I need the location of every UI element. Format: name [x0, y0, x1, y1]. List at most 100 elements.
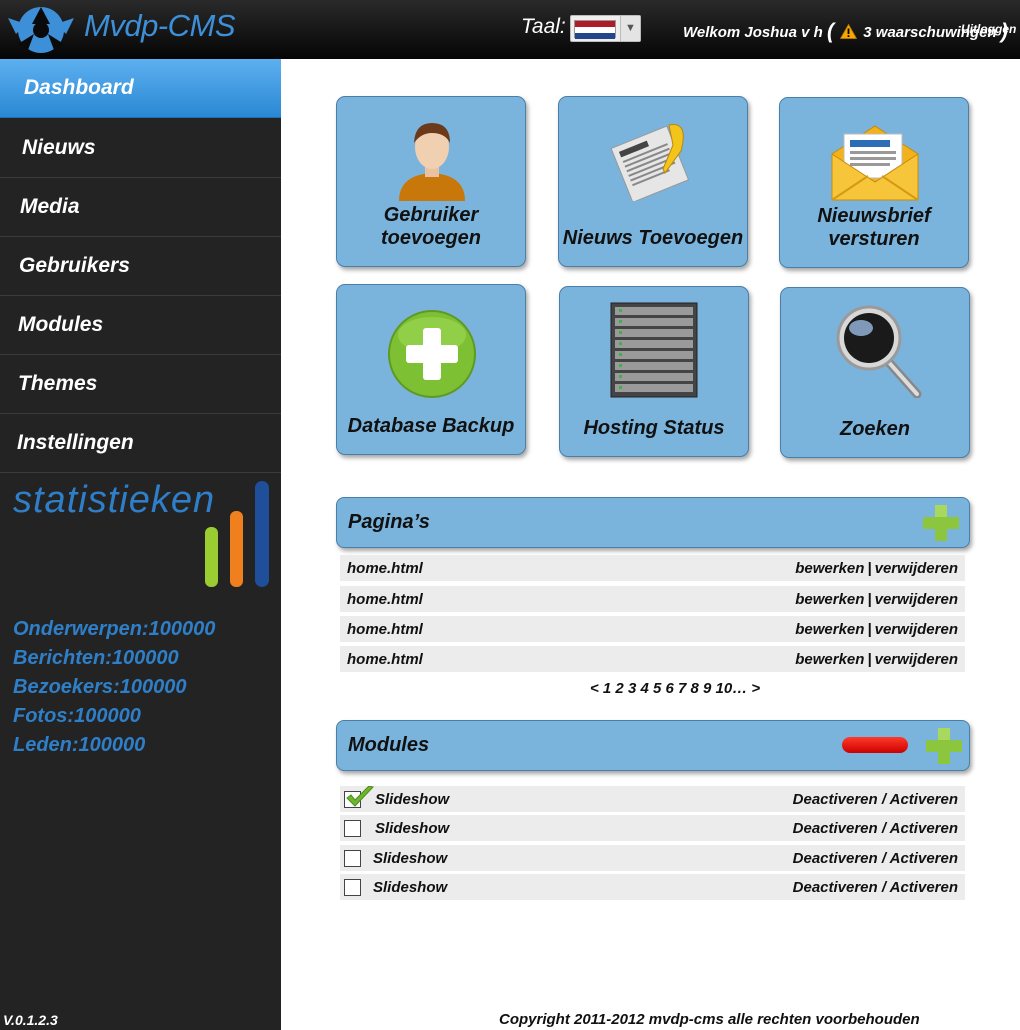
- module-checkbox[interactable]: [344, 820, 361, 837]
- table-row: home.html bewerken | verwijderen: [340, 555, 965, 581]
- news-icon: [610, 124, 690, 201]
- module-toggle-link[interactable]: Deactiveren / Activeren: [793, 791, 958, 808]
- remove-module-icon[interactable]: [842, 737, 908, 753]
- separator: |: [867, 651, 872, 668]
- tile-label: Database Backup: [347, 415, 515, 437]
- edit-link[interactable]: bewerken: [795, 651, 864, 668]
- stat-bezoekers: Bezoekers:100000: [13, 676, 187, 698]
- tile-label: Nieuws Toevoegen: [562, 227, 744, 249]
- welcome-text: Welkom Joshua v h: [683, 24, 823, 41]
- separator: |: [867, 560, 872, 577]
- row-actions: bewerken | verwijderen: [795, 591, 958, 608]
- magnifier-icon: [836, 305, 922, 398]
- paren-open: (: [826, 20, 834, 43]
- module-toggle-link[interactable]: Deactiveren / Activeren: [793, 850, 958, 867]
- separator: |: [867, 591, 872, 608]
- delete-link[interactable]: verwijderen: [875, 621, 958, 638]
- sidebar-item-label: Instellingen: [17, 431, 134, 454]
- language-select[interactable]: ▼: [570, 15, 641, 42]
- sidebar-item-media[interactable]: Media: [0, 178, 281, 237]
- sidebar-item-themes[interactable]: Themes: [0, 355, 281, 414]
- delete-link[interactable]: verwijderen: [875, 651, 958, 668]
- module-name: Slideshow: [375, 820, 450, 837]
- modules-panel-header: Modules: [336, 720, 970, 771]
- user-icon: [399, 123, 465, 201]
- tile-search[interactable]: Zoeken: [780, 287, 970, 458]
- welcome-message: Welkom Joshua v h ( 3 waarschuwingen ): [683, 19, 1008, 43]
- tile-send-newsletter[interactable]: Nieuwsbrief versturen: [779, 97, 969, 268]
- pages-panel-header: Pagina’s: [336, 497, 970, 548]
- page-name[interactable]: home.html: [347, 621, 423, 638]
- pagination[interactable]: < 1 2 3 4 5 6 7 8 9 10… >: [590, 680, 760, 697]
- page-name[interactable]: home.html: [347, 560, 423, 577]
- dutch-flag-icon: [574, 20, 616, 39]
- module-name: Slideshow: [373, 850, 448, 867]
- sidebar-item-label: Media: [20, 195, 80, 218]
- sidebar-item-modules[interactable]: Modules: [0, 296, 281, 355]
- module-row: Slideshow Deactiveren / Activeren: [340, 874, 965, 900]
- delete-link[interactable]: verwijderen: [875, 560, 958, 577]
- sidebar-item-label: Modules: [18, 313, 104, 336]
- logout-link[interactable]: Uitloggen: [961, 22, 1016, 36]
- sidebar-item-label: Nieuws: [22, 136, 96, 159]
- add-module-icon[interactable]: [925, 727, 963, 765]
- version-label: V.0.1.2.3: [3, 1012, 58, 1028]
- tile-database-backup[interactable]: Database Backup: [336, 284, 526, 455]
- page-name[interactable]: home.html: [347, 591, 423, 608]
- module-name: Slideshow: [373, 879, 448, 896]
- sidebar-item-gebruikers[interactable]: Gebruikers: [0, 237, 281, 296]
- row-actions: bewerken | verwijderen: [795, 621, 958, 638]
- chevron-down-icon: ▼: [620, 16, 640, 41]
- sidebar: Dashboard Nieuws Media Gebruikers Module…: [0, 59, 281, 1030]
- sidebar-item-label: Gebruikers: [19, 254, 130, 277]
- table-row: home.html bewerken | verwijderen: [340, 646, 965, 672]
- edit-link[interactable]: bewerken: [795, 560, 864, 577]
- language-label: Taal:: [521, 15, 566, 38]
- stats-list: Onderwerpen:100000 Berichten:100000 Bezo…: [13, 615, 215, 760]
- tile-add-news[interactable]: Nieuws Toevoegen: [558, 96, 748, 267]
- stat-fotos: Fotos:100000: [13, 705, 141, 727]
- module-name: Slideshow: [375, 791, 450, 808]
- stat-leden: Leden:100000: [13, 734, 146, 756]
- tile-label: Nieuwsbrief versturen: [817, 205, 931, 250]
- warning-icon: [840, 24, 858, 39]
- page-name[interactable]: home.html: [347, 651, 423, 668]
- tile-add-user[interactable]: Gebruiker toevoegen: [336, 96, 526, 267]
- stats-bars-icon: [205, 481, 269, 587]
- stat-berichten: Berichten:100000: [13, 647, 179, 669]
- plus-circle-icon: [388, 310, 476, 398]
- sidebar-item-instellingen[interactable]: Instellingen: [0, 414, 281, 473]
- table-row: home.html bewerken | verwijderen: [340, 616, 965, 642]
- sidebar-item-label: Themes: [18, 372, 98, 395]
- stats-title: statistieken: [13, 479, 216, 521]
- mail-icon: [831, 125, 919, 201]
- separator: |: [867, 621, 872, 638]
- table-row: home.html bewerken | verwijderen: [340, 586, 965, 612]
- tile-hosting-status[interactable]: Hosting Status: [559, 286, 749, 457]
- edit-link[interactable]: bewerken: [795, 591, 864, 608]
- sidebar-item-dashboard[interactable]: Dashboard: [0, 59, 281, 118]
- module-toggle-link[interactable]: Deactiveren / Activeren: [793, 879, 958, 896]
- module-checkbox[interactable]: [344, 879, 361, 896]
- tile-label: Hosting Status: [583, 417, 725, 439]
- row-actions: bewerken | verwijderen: [795, 651, 958, 668]
- sidebar-item-label: Dashboard: [24, 76, 134, 99]
- tile-label: Gebruiker toevoegen: [380, 204, 482, 249]
- pages-panel-title: Pagina’s: [348, 511, 430, 533]
- modules-panel-title: Modules: [348, 734, 430, 756]
- delete-link[interactable]: verwijderen: [875, 591, 958, 608]
- top-bar: Mvdp-CMS Taal: ▼ Welkom Joshua v h ( 3 w…: [0, 0, 1020, 59]
- app-title: Mvdp-CMS: [84, 8, 236, 43]
- module-row: Slideshow Deactiveren / Activeren: [340, 815, 965, 841]
- tile-label: Zoeken: [839, 418, 911, 440]
- checkmark-icon: [346, 786, 374, 807]
- module-checkbox[interactable]: [344, 850, 361, 867]
- module-row: Slideshow Deactiveren / Activeren: [340, 845, 965, 871]
- stat-onderwerpen: Onderwerpen:100000: [13, 618, 216, 640]
- add-page-icon[interactable]: [922, 504, 960, 542]
- logo-icon: [8, 7, 74, 53]
- sidebar-item-nieuws[interactable]: Nieuws: [0, 119, 281, 178]
- module-toggle-link[interactable]: Deactiveren / Activeren: [793, 820, 958, 837]
- edit-link[interactable]: bewerken: [795, 621, 864, 638]
- module-checkbox[interactable]: [344, 786, 374, 808]
